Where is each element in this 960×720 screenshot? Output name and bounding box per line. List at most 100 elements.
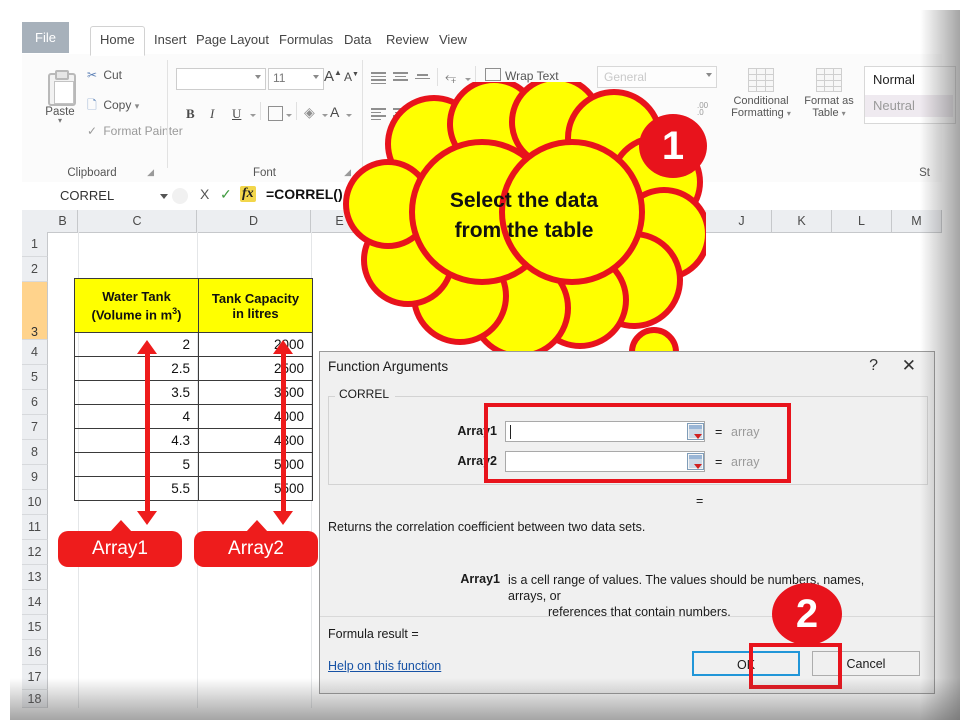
row-header-3[interactable]: 3 <box>22 282 48 340</box>
formula-input[interactable]: =CORREL() <box>266 186 343 202</box>
row-header-4[interactable]: 4 <box>22 340 48 365</box>
format-as-table-button[interactable]: Format as Table ▾ <box>798 68 860 120</box>
row-header-9[interactable]: 9 <box>22 465 48 490</box>
row-header-13[interactable]: 13 <box>22 565 48 590</box>
row-header-17[interactable]: 17 <box>22 665 48 690</box>
chevron-down-icon[interactable] <box>706 73 712 77</box>
font-size-input[interactable]: 11 <box>268 68 324 90</box>
underline-button[interactable]: U <box>232 106 241 122</box>
bold-button[interactable]: B <box>186 106 195 122</box>
chevron-down-icon[interactable] <box>465 78 471 81</box>
fill-color-icon[interactable]: ◈ <box>304 104 315 121</box>
table-header-volume: Water Tank (Volume in m3) <box>74 278 199 333</box>
frame-shadow-top <box>10 10 960 22</box>
column-header-L[interactable]: L <box>832 210 892 232</box>
row-header-7[interactable]: 7 <box>22 415 48 440</box>
paste-icon <box>45 70 76 106</box>
array2-pill-label: Array2 <box>228 538 284 559</box>
cut-label: Cut <box>103 68 123 82</box>
bold-label: B <box>186 106 195 121</box>
column-header-C[interactable]: C <box>78 210 197 232</box>
row-header-14[interactable]: 14 <box>22 590 48 615</box>
italic-button[interactable]: I <box>210 106 214 122</box>
row-header-11[interactable]: 11 <box>22 515 48 540</box>
row-header-12[interactable]: 12 <box>22 540 48 565</box>
row-header-1[interactable]: 1 <box>22 232 48 257</box>
cf-label-1: Conditional <box>733 95 789 107</box>
borders-icon[interactable] <box>268 106 283 121</box>
step-badge-1: 1 <box>639 114 707 178</box>
cell-style-neutral[interactable]: Neutral <box>865 95 953 117</box>
row-header-15[interactable]: 15 <box>22 615 48 640</box>
row-header-16[interactable]: 16 <box>22 640 48 665</box>
dialog-title-bar: Function Arguments ? ✕ <box>320 352 934 384</box>
font-color-icon[interactable]: A <box>330 104 339 120</box>
column-header-J[interactable]: J <box>712 210 772 232</box>
font-group-label: Font <box>252 167 276 179</box>
ribbon-tab-view[interactable]: View <box>430 27 476 53</box>
row-header-5[interactable]: 5 <box>22 365 48 390</box>
copy-button[interactable]: 🗋 Copy ▾ <box>84 96 139 117</box>
copy-label: Copy <box>103 98 132 112</box>
array-fields-highlight <box>484 403 791 483</box>
wrap-text-button[interactable]: Wrap Text <box>485 68 559 83</box>
grow-font-button[interactable]: A▲ <box>324 68 342 85</box>
namebox-separator <box>172 188 188 204</box>
underline-label: U <box>232 106 242 121</box>
format-as-table-icon <box>816 68 842 92</box>
row-header-6[interactable]: 6 <box>22 390 48 415</box>
arg-detail-name: Array1 <box>460 572 500 586</box>
chevron-down-icon[interactable] <box>313 75 319 79</box>
ribbon-tab-review[interactable]: Review <box>377 27 438 53</box>
cell-styles-gallery[interactable]: Normal Neutral <box>864 66 956 124</box>
cut-button[interactable]: ✂ Cut <box>84 68 122 82</box>
ribbon-tab-formulas[interactable]: Formulas <box>270 27 342 53</box>
wrap-text-icon <box>485 68 501 81</box>
clipboard-dialog-launcher[interactable]: ◢ <box>147 167 154 178</box>
result-equals: = <box>696 494 704 508</box>
conditional-formatting-button[interactable]: Conditional Formatting ▾ <box>730 68 792 120</box>
screenshot-frame: File Home Insert Page Layout Formulas Da… <box>0 0 960 720</box>
column-header-B[interactable]: B <box>48 210 78 232</box>
row-header-18[interactable]: 18 <box>22 690 48 708</box>
column-header-M[interactable]: M <box>892 210 942 232</box>
paste-button[interactable]: Paste ▾ <box>34 70 86 125</box>
ribbon-tab-file[interactable]: File <box>22 22 69 53</box>
cloud-text: Select the data from the table <box>342 186 706 246</box>
format-painter-label: Format Painter <box>103 124 183 138</box>
column-header-D[interactable]: D <box>197 210 311 232</box>
font-name-input[interactable] <box>176 68 266 90</box>
row-header-8[interactable]: 8 <box>22 440 48 465</box>
divider <box>260 102 261 120</box>
ribbon-tab-page-layout[interactable]: Page Layout <box>187 27 278 53</box>
font-size-value: 11 <box>273 71 286 85</box>
enter-formula-button[interactable]: ✓ <box>220 186 232 203</box>
group-divider <box>167 60 168 168</box>
table-header-row: Water Tank (Volume in m3) Tank Capacity … <box>74 278 313 333</box>
chevron-down-icon[interactable] <box>286 114 292 117</box>
chevron-down-icon[interactable] <box>255 75 261 79</box>
chevron-down-icon[interactable] <box>250 114 256 117</box>
column-header-K[interactable]: K <box>772 210 832 232</box>
cell-style-normal[interactable]: Normal <box>865 69 953 91</box>
chevron-down-icon[interactable]: ▾ <box>135 101 140 111</box>
ribbon-tab-data[interactable]: Data <box>335 27 380 53</box>
help-on-this-function-link[interactable]: Help on this function <box>328 659 441 673</box>
chevron-down-icon[interactable]: ▾ <box>34 117 86 125</box>
fat-label-2: Table <box>812 107 839 119</box>
header-volume-line2-post: ) <box>177 307 182 323</box>
chevron-down-icon[interactable]: ▾ <box>787 109 791 118</box>
close-icon[interactable]: ✕ <box>902 356 916 376</box>
array1-pill-label: Array1 <box>92 538 148 559</box>
header-volume-line1: Water Tank <box>102 288 171 304</box>
chevron-down-icon[interactable] <box>160 194 168 199</box>
row-header-2[interactable]: 2 <box>22 257 48 282</box>
insert-function-icon[interactable]: fx <box>240 186 256 202</box>
chevron-down-icon[interactable]: ▾ <box>842 109 846 118</box>
chevron-down-icon[interactable] <box>322 114 328 117</box>
help-icon[interactable]: ? <box>869 357 878 375</box>
ribbon-tab-home[interactable]: Home <box>90 26 145 56</box>
function-description: Returns the correlation coefficient betw… <box>328 520 646 534</box>
row-header-10[interactable]: 10 <box>22 490 48 515</box>
cancel-formula-button[interactable]: X <box>200 186 209 202</box>
